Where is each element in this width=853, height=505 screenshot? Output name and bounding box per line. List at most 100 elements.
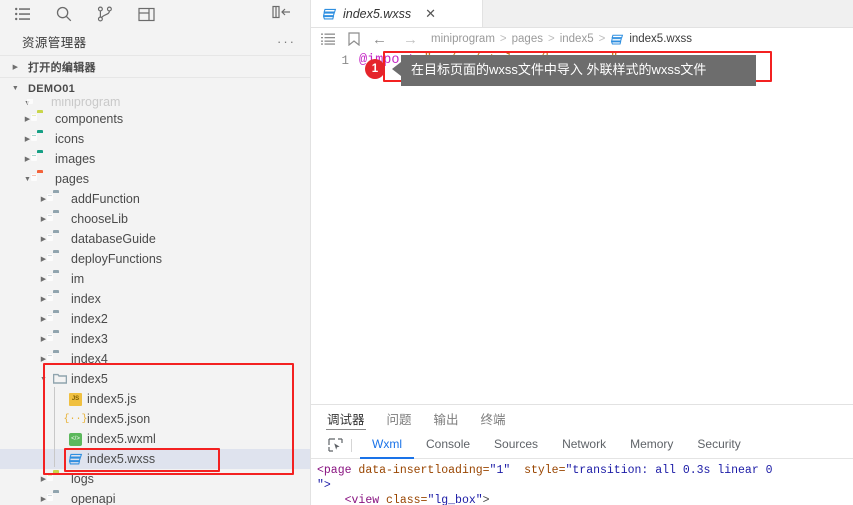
breadcrumb-item-miniprogram[interactable]: miniprogram (431, 33, 495, 45)
panel-tab-调试器[interactable]: 调试器 (326, 405, 366, 432)
forward-arrow-icon[interactable]: → (402, 31, 419, 48)
tree-row-index4[interactable]: ▶ index4 (0, 349, 310, 369)
devtools-tab-wxml[interactable]: Wxml (360, 432, 414, 459)
tree-row-databaseGuide[interactable]: ▶ databaseGuide (0, 229, 310, 249)
markup-line3-end: > (482, 494, 490, 505)
wxml-file-icon: </> (69, 432, 82, 446)
explorer-more-actions[interactable]: ··· (277, 34, 296, 49)
tree-row-im[interactable]: ▶ im (0, 269, 310, 289)
bookmark-icon[interactable] (345, 31, 362, 47)
explorer-title-bar: 资源管理器 ··· (0, 28, 310, 55)
tree-row-label: pages (55, 172, 90, 186)
section-open-editors[interactable]: ▶ 打开的编辑器 (0, 55, 310, 77)
tree-row-label: index5 (71, 372, 108, 386)
breadcrumb-item-file[interactable]: index5.wxss (610, 33, 692, 45)
devtools-tab-memory[interactable]: Memory (618, 432, 685, 457)
tree-row-label: logs (71, 472, 94, 486)
tree-row-components[interactable]: ▶ components (0, 109, 310, 129)
breadcrumb-item-index5[interactable]: index5 (560, 33, 594, 45)
devtools-tab-sources[interactable]: Sources (482, 432, 550, 457)
layout-icon[interactable] (137, 5, 155, 23)
folder-icon (31, 113, 50, 126)
wxml-markup-view[interactable]: <page data-insertloading="1" style="tran… (311, 459, 853, 505)
folder-icon (47, 473, 66, 486)
panel-tab-问题[interactable]: 问题 (387, 405, 412, 432)
tree-row-index3[interactable]: ▶ index3 (0, 329, 310, 349)
tree-row-label: components (55, 112, 124, 126)
folder-icon (47, 233, 66, 246)
explorer-icon[interactable] (14, 5, 32, 23)
tree-row-miniprogram[interactable]: ▼miniprogram (0, 99, 310, 109)
tree-row-label: index5.wxss (87, 452, 156, 466)
tab-index5-wxss[interactable]: index5.wxss ✕ (311, 0, 483, 27)
tree-row-pages[interactable]: ▼ pages (0, 169, 310, 189)
markup-val-class: "lg_box" (427, 494, 483, 505)
open-editors-label: 打开的编辑器 (28, 61, 96, 74)
tree-row-index5-wxml[interactable]: </> index5.wxml (0, 429, 310, 449)
chevron-right-icon: ▶ (12, 63, 19, 71)
tree-row-index[interactable]: ▶ index (0, 289, 310, 309)
tree-row-index5-wxss[interactable]: index5.wxss (0, 449, 310, 469)
back-arrow-icon[interactable]: ← (371, 31, 388, 48)
tree-row-deployFunctions[interactable]: ▶ deployFunctions (0, 249, 310, 269)
tree-row-label: openapi (71, 492, 116, 505)
breadcrumb-file-label: index5.wxss (629, 33, 692, 45)
tree-row-images[interactable]: ▶ images (0, 149, 310, 169)
line-number: 1 (341, 54, 349, 68)
breadcrumb-item-pages[interactable]: pages (512, 33, 543, 45)
explorer-title-label: 资源管理器 (22, 36, 87, 50)
folder-icon (31, 173, 50, 186)
tree-row-label: index (71, 292, 101, 306)
activity-bar (0, 0, 310, 28)
markup-line2: "> (317, 479, 331, 492)
tree-indent-guide (54, 387, 55, 467)
inspect-element-icon[interactable] (325, 437, 345, 453)
source-control-icon[interactable] (96, 5, 114, 23)
tree-row-logs[interactable]: ▶ logs (0, 469, 310, 489)
tree-row-label: index2 (71, 312, 108, 326)
tree-row-label: im (71, 272, 85, 286)
markup-tag-view: <view (344, 494, 380, 505)
js-file-icon: JS (69, 392, 82, 406)
collapse-sidebar-icon[interactable] (272, 5, 292, 19)
folder-icon (47, 213, 66, 226)
tree-row-index5[interactable]: ▼ index5 (0, 369, 310, 389)
tree-row-label: index5.json (87, 412, 151, 426)
vscode-window: 资源管理器 ··· ▶ 打开的编辑器 ▼ DEMO01 ▼miniprogram… (0, 0, 853, 505)
folder-icon (47, 253, 66, 266)
tree-row-index2[interactable]: ▶ index2 (0, 309, 310, 329)
chevron-down-icon[interactable]: ▼ (38, 374, 49, 385)
folder-icon (47, 333, 66, 346)
breadcrumb-separator: > (547, 33, 555, 45)
panel-tab-终端[interactable]: 终端 (481, 405, 506, 432)
tree-row-index5-js[interactable]: JS index5.js (0, 389, 310, 409)
panel-tab-输出[interactable]: 输出 (434, 405, 459, 432)
folder-icon (47, 313, 66, 326)
file-tree[interactable]: ▼miniprogram▶components▶icons▶images▼pag… (0, 99, 310, 505)
code-editor[interactable]: 1 @import "../../styleus/box.wxss" 1 在目标… (311, 50, 853, 404)
devtools-tab-security[interactable]: Security (685, 432, 752, 457)
outline-icon[interactable] (319, 31, 336, 47)
devtools-tab-network[interactable]: Network (550, 432, 618, 457)
close-icon[interactable]: ✕ (425, 6, 436, 22)
folder-icon (47, 293, 66, 306)
section-project-root[interactable]: ▼ DEMO01 (0, 77, 310, 99)
sidebar: 资源管理器 ··· ▶ 打开的编辑器 ▼ DEMO01 ▼miniprogram… (0, 0, 311, 505)
tree-row-icons[interactable]: ▶ icons (0, 129, 310, 149)
devtools-tabs[interactable]: Wxml Console Sources Network Memory Security (360, 432, 753, 459)
panel-tab-list[interactable]: 调试器 问题 输出 终端 (311, 405, 853, 432)
tree-row-openapi[interactable]: ▶ openapi (0, 489, 310, 505)
markup-tag-page: <page (317, 464, 352, 477)
tree-row-addFunction[interactable]: ▶ addFunction (0, 189, 310, 209)
callout-tooltip: 在目标页面的wxss文件中导入 外联样式的wxss文件 (392, 55, 756, 86)
devtools-tab-list[interactable]: Wxml Console Sources Network Memory Security (311, 432, 853, 459)
tree-row-label: chooseLib (71, 212, 128, 226)
tree-row-chooseLib[interactable]: ▶ chooseLib (0, 209, 310, 229)
search-icon[interactable] (55, 5, 73, 23)
json-file-icon: {··} (63, 413, 88, 425)
devtools-tab-console[interactable]: Console (414, 432, 482, 457)
tree-row-index5-json[interactable]: {··} index5.json (0, 409, 310, 429)
